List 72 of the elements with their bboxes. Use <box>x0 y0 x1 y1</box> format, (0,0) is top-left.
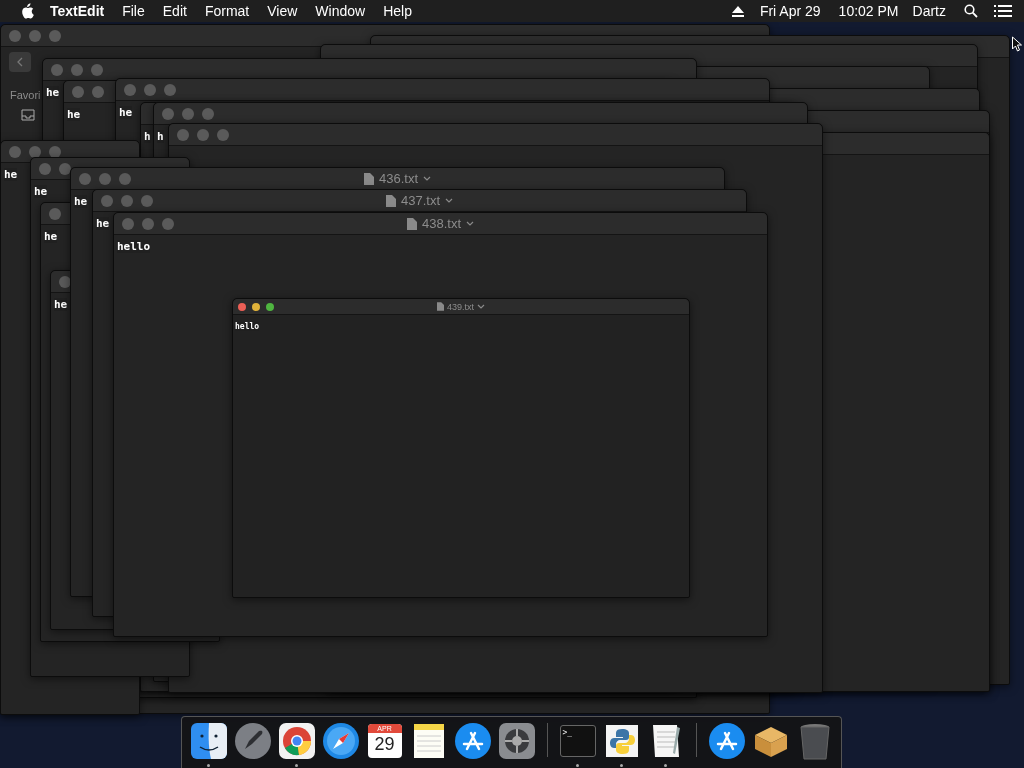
chevron-icon[interactable] <box>466 221 474 226</box>
chevron-icon[interactable] <box>477 304 485 309</box>
close-button[interactable] <box>162 107 174 120</box>
apple-logo-icon[interactable] <box>20 3 34 19</box>
chevron-left-icon <box>17 57 23 67</box>
list-icon[interactable] <box>994 4 1012 18</box>
document-text: he <box>96 217 110 230</box>
document-text: he <box>119 106 133 119</box>
chevron-icon[interactable] <box>423 176 431 181</box>
close-button[interactable] <box>122 217 134 230</box>
close-button[interactable] <box>49 207 61 220</box>
sidebar-heading: Favori <box>10 89 41 101</box>
eject-icon[interactable] <box>731 5 744 17</box>
close-button[interactable] <box>124 83 136 96</box>
close-button[interactable] <box>51 63 63 76</box>
window-title: 438.txt <box>422 216 461 231</box>
dock-separator <box>546 722 548 757</box>
document-text: he <box>44 230 58 243</box>
close-button[interactable] <box>79 172 91 185</box>
zoom-button[interactable] <box>266 302 274 311</box>
close-button[interactable] <box>238 302 246 311</box>
document-icon <box>386 194 396 207</box>
compass-icon[interactable] <box>320 720 361 761</box>
document-text: he <box>34 185 48 198</box>
close-button[interactable] <box>59 275 71 288</box>
search-icon[interactable] <box>964 4 978 18</box>
chevron-icon[interactable] <box>445 198 453 203</box>
menu-item[interactable]: Format <box>204 3 250 19</box>
calendar-day: 29 <box>374 732 395 756</box>
menu-item[interactable]: Help <box>383 3 412 19</box>
menu-clock[interactable]: 10:02 PM <box>838 3 899 19</box>
gear-icon[interactable] <box>496 720 537 761</box>
window-title: 437.txt <box>401 193 440 208</box>
menu-item[interactable]: Window <box>315 3 366 19</box>
terminal-icon[interactable]: >_ <box>559 724 596 757</box>
mouse-pointer-icon <box>1011 36 1022 52</box>
terminal-prompt: >_ <box>562 727 573 737</box>
document-text: h <box>144 130 151 143</box>
close-button[interactable] <box>9 29 21 42</box>
document-text: he <box>54 298 68 311</box>
close-button[interactable] <box>9 145 21 158</box>
inbox-tray-icon[interactable] <box>21 109 35 121</box>
minimize-button[interactable] <box>252 302 260 311</box>
document-text: hello <box>117 240 151 253</box>
app-store-icon[interactable] <box>452 720 493 761</box>
document-text: h <box>157 130 164 143</box>
document-text: he <box>67 108 81 121</box>
chrome-icon[interactable] <box>276 720 317 761</box>
close-button[interactable] <box>101 194 113 207</box>
finder-icon[interactable] <box>188 720 229 761</box>
menu-date[interactable]: Fri Apr 29 <box>759 3 821 19</box>
menu-item[interactable]: Edit <box>162 3 187 19</box>
back-button[interactable] <box>9 52 31 72</box>
dock-separator <box>695 722 697 757</box>
document-text: he <box>4 168 18 181</box>
document-icon <box>407 217 417 230</box>
window-title: 436.txt <box>379 171 418 186</box>
document-icon <box>364 172 374 185</box>
close-button[interactable] <box>177 128 189 141</box>
document-text: he <box>46 86 60 99</box>
zoom-button[interactable] <box>49 145 61 158</box>
menu-item[interactable]: File <box>122 3 145 19</box>
menu-item[interactable]: View <box>267 3 298 19</box>
user-name[interactable]: Dartz <box>912 3 946 19</box>
app-store-icon[interactable] <box>706 720 747 761</box>
document-text: he <box>74 195 88 208</box>
document-text: hello <box>235 322 260 331</box>
document-icon <box>437 302 444 311</box>
app-menu[interactable]: TextEdit <box>50 3 105 19</box>
close-button[interactable] <box>39 162 51 175</box>
window-title: 439.txt <box>447 301 474 312</box>
close-button[interactable] <box>72 85 84 98</box>
